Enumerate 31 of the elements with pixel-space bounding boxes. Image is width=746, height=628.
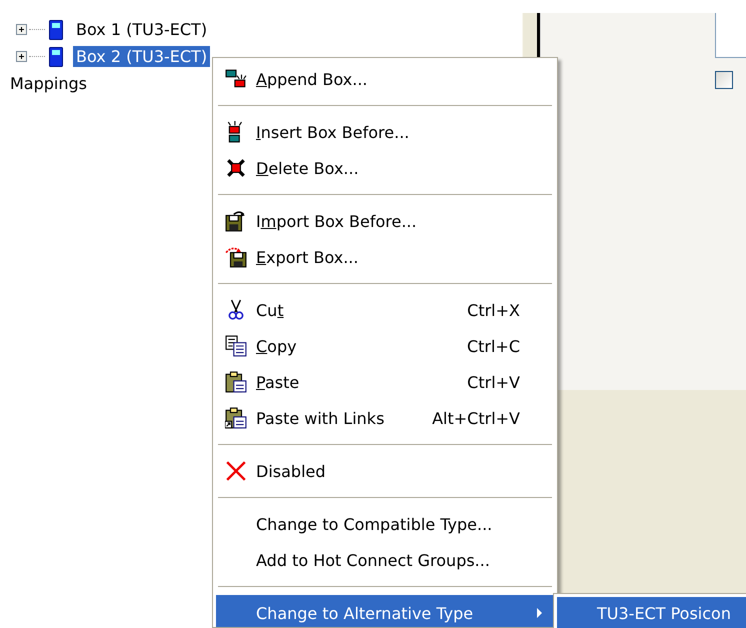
menu-item[interactable]: Append Box... xyxy=(216,61,554,97)
menu-item[interactable]: Cut Ctrl+X xyxy=(216,292,554,328)
device-icon xyxy=(49,46,63,66)
device-icon xyxy=(49,20,63,40)
group-frame xyxy=(715,13,746,58)
expand-button[interactable] xyxy=(16,24,27,35)
floppy-disk-icon xyxy=(225,210,247,232)
menu-item[interactable]: Change to Compatible Type... xyxy=(216,506,554,542)
tree-item[interactable]: Box 2 (TU3-ECT) xyxy=(73,46,210,67)
menu-item[interactable]: Delete Box... xyxy=(216,150,554,186)
x-mark-icon xyxy=(225,460,247,482)
menu-item[interactable]: Export Box... xyxy=(216,239,554,275)
menu-item[interactable]: Disabled xyxy=(216,453,554,489)
menu-item[interactable]: Import Box Before... xyxy=(216,203,554,239)
clipboard-icon xyxy=(225,407,247,429)
tree-item[interactable]: Box 1 (TU3-ECT) xyxy=(73,19,210,40)
clipboard-icon xyxy=(225,371,247,393)
checkbox[interactable] xyxy=(715,71,733,89)
menu-item[interactable]: Copy Ctrl+C xyxy=(216,328,554,364)
menu-item[interactable]: Paste Ctrl+V xyxy=(216,364,554,400)
floppy-disk-icon xyxy=(225,246,247,268)
menu-item[interactable]: Add to Hot Connect Groups... xyxy=(216,542,554,578)
expand-button[interactable] xyxy=(16,51,27,62)
menu-item[interactable]: Change to Alternative Type xyxy=(216,595,554,627)
cross-icon xyxy=(225,157,247,179)
copy-icon xyxy=(225,335,247,357)
tree-item[interactable]: Mappings xyxy=(0,70,87,93)
stacked-boxes-icon xyxy=(225,68,247,90)
menu-item[interactable]: Paste with Links Alt+Ctrl+V xyxy=(216,400,554,436)
menu-item[interactable]: TU3-ECT Posicon xyxy=(557,597,746,628)
menu-item[interactable]: Insert Box Before... xyxy=(216,114,554,150)
